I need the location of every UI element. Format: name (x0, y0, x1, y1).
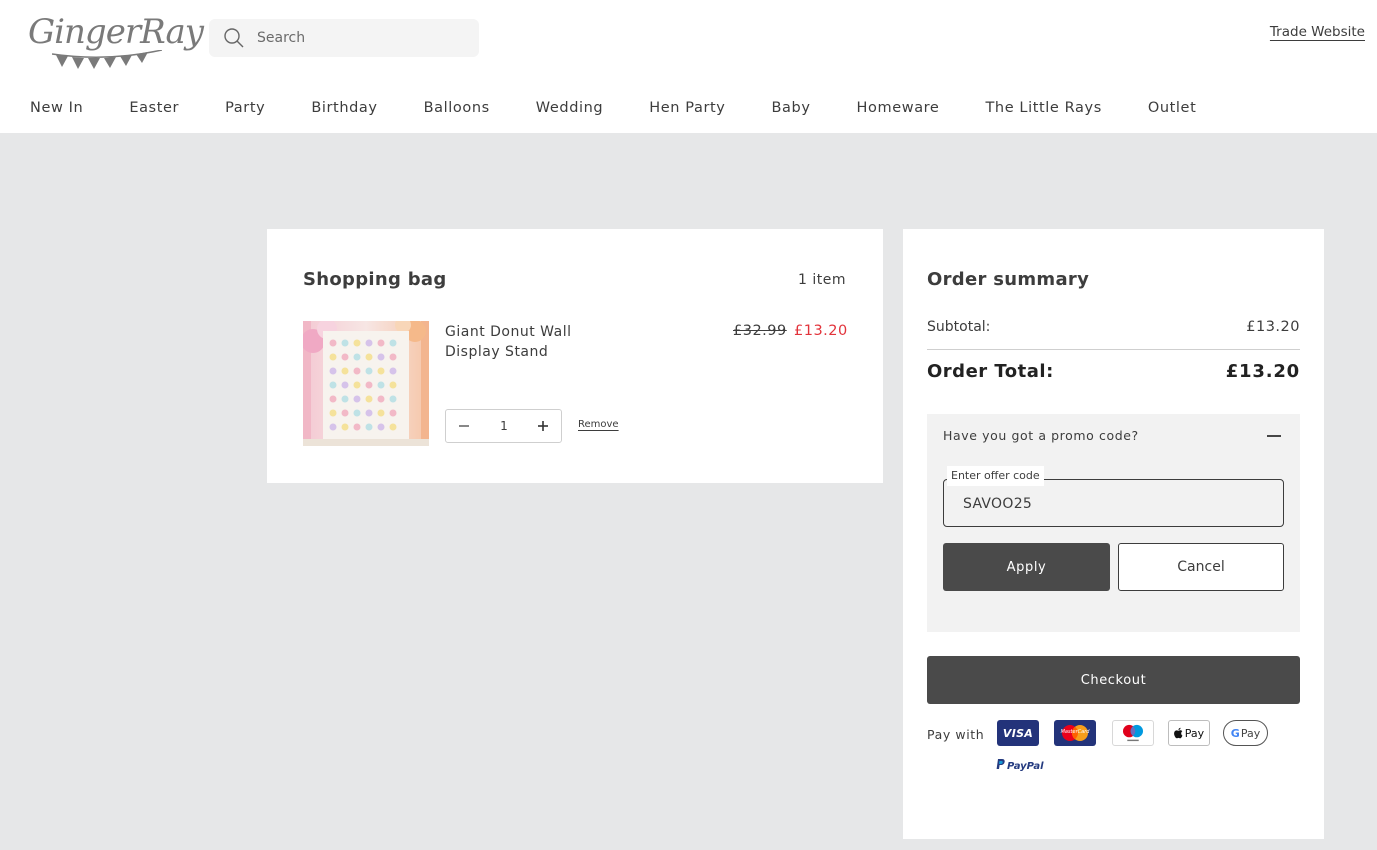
original-price: £32.99 (733, 323, 787, 339)
order-total-label: Order Total: (927, 361, 1054, 382)
quantity-stepper (445, 409, 562, 443)
bag-item-count: 1 item (798, 272, 846, 288)
mastercard-text: MasterCard (1060, 729, 1090, 735)
offer-code-field (943, 479, 1284, 527)
minus-icon (459, 425, 469, 427)
ginger-ray-logo[interactable]: GingerRay (28, 12, 204, 74)
nav-item-hen-party[interactable]: Hen Party (649, 100, 725, 120)
sale-price: £13.20 (794, 323, 848, 339)
shopping-bag-panel: Shopping bag 1 item Giant Donut Wall Dis… (267, 229, 883, 483)
main-navigation: New In Easter Party Birthday Balloons We… (30, 100, 1196, 120)
paypal-text: PayPal (1007, 761, 1044, 772)
nav-item-homeware[interactable]: Homeware (857, 100, 940, 120)
nav-item-baby[interactable]: Baby (771, 100, 810, 120)
order-summary-title: Order summary (927, 269, 1090, 290)
google-g-icon: G (1230, 726, 1240, 740)
decrease-quantity-button[interactable] (452, 414, 476, 438)
apple-icon (1173, 727, 1183, 739)
promo-code-section: Have you got a promo code? Enter offer c… (927, 414, 1300, 632)
search-icon[interactable] (223, 27, 245, 53)
nav-item-party[interactable]: Party (225, 100, 265, 120)
increase-quantity-button[interactable] (531, 414, 555, 438)
offer-code-input[interactable] (963, 492, 1263, 516)
trade-website-link[interactable]: Trade Website (1270, 24, 1365, 40)
checkout-button[interactable]: Checkout (927, 656, 1300, 704)
paypal-icon: PayPal (996, 759, 1044, 772)
bunting-icon (52, 50, 162, 69)
cancel-promo-button[interactable]: Cancel (1118, 543, 1284, 591)
plus-icon (538, 421, 548, 431)
subtotal-value: £13.20 (1246, 319, 1300, 335)
mastercard-icon: MasterCard (1054, 720, 1096, 746)
apple-pay-text: Pay (1184, 726, 1205, 740)
pay-with-label: Pay with (927, 727, 985, 742)
search-input[interactable] (257, 19, 467, 57)
summary-divider (927, 349, 1300, 350)
apple-pay-icon: Pay (1168, 720, 1210, 746)
nav-item-outlet[interactable]: Outlet (1148, 100, 1197, 120)
promo-code-toggle-label[interactable]: Have you got a promo code? (943, 428, 1139, 443)
nav-item-easter[interactable]: Easter (129, 100, 179, 120)
paypal-p-icon (996, 759, 1005, 769)
visa-text: VISA (1002, 726, 1034, 740)
search-bar (209, 19, 479, 57)
order-summary-panel: Order summary Subtotal: £13.20 Order Tot… (903, 229, 1324, 839)
site-header: GingerRay Trade Website New In Easter Pa… (0, 0, 1377, 133)
nav-item-balloons[interactable]: Balloons (424, 100, 490, 120)
google-pay-text: Pay (1240, 726, 1261, 740)
offer-code-label: Enter offer code (947, 466, 1044, 486)
minus-icon (1267, 435, 1281, 437)
order-total-value: £13.20 (1225, 361, 1300, 382)
subtotal-label: Subtotal: (927, 319, 991, 335)
nav-item-wedding[interactable]: Wedding (536, 100, 603, 120)
nav-item-birthday[interactable]: Birthday (311, 100, 377, 120)
logo-wordmark: GingerRay (28, 12, 204, 52)
product-name-link[interactable]: Giant Donut Wall Display Stand (445, 322, 605, 362)
quantity-input[interactable] (480, 414, 528, 438)
product-image[interactable] (303, 321, 429, 446)
google-pay-icon: G Pay (1223, 720, 1268, 746)
nav-item-new-in[interactable]: New In (30, 100, 83, 120)
promo-collapse-button[interactable] (1264, 426, 1286, 446)
remove-item-link[interactable]: Remove (578, 419, 619, 430)
visa-icon: VISA (997, 720, 1039, 746)
maestro-icon (1112, 720, 1154, 746)
apply-promo-button[interactable]: Apply (943, 543, 1110, 591)
shopping-bag-title: Shopping bag (303, 269, 447, 290)
nav-item-the-little-rays[interactable]: The Little Rays (985, 100, 1101, 120)
